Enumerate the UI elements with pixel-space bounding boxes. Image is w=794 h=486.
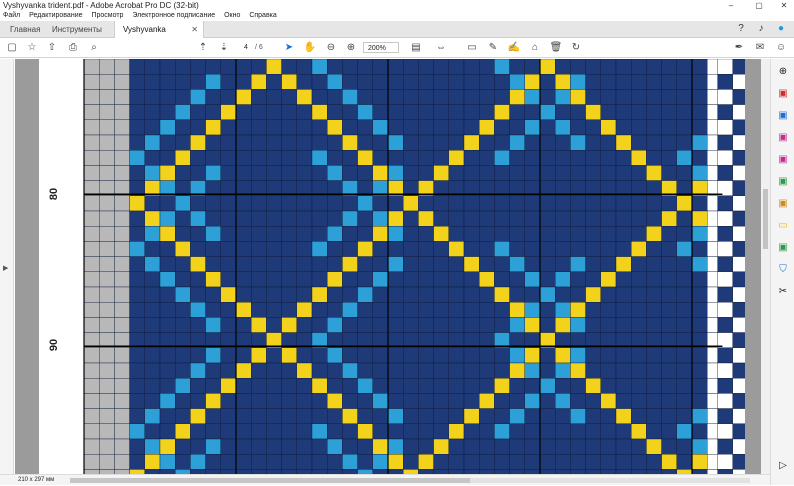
sign-icon[interactable]: ✍ xyxy=(507,41,521,55)
rotate-icon[interactable]: ↻ xyxy=(569,41,583,55)
cross-stitch-chart xyxy=(83,59,745,474)
minimize-icon[interactable]: – xyxy=(722,0,740,11)
hand-icon[interactable]: ✋ xyxy=(303,41,317,55)
page-size: 210 x 297 мм xyxy=(18,477,55,483)
organize-icon[interactable]: ▣ xyxy=(776,175,790,189)
window-title: Vyshyvanka trident.pdf - Adobe Acrobat P… xyxy=(3,1,199,10)
tab-bar: Главная Инструменты Vyshyvanka trident..… xyxy=(0,21,794,51)
tab-document[interactable]: Vyshyvanka trident... ✕ xyxy=(114,21,204,51)
expand-left-pane-icon[interactable]: ▶ xyxy=(3,264,8,272)
menu-view[interactable]: Просмотр xyxy=(91,12,123,19)
status-bar: 210 x 297 мм xyxy=(0,474,770,485)
vertical-scroll-thumb[interactable] xyxy=(763,189,768,249)
menu-bar: Файл Редактирование Просмотр Электронное… xyxy=(0,11,794,21)
horizontal-scrollbar[interactable] xyxy=(70,478,750,483)
help-icon[interactable]: ? xyxy=(734,22,748,36)
upload-icon[interactable]: ⇧ xyxy=(45,41,59,55)
page-total: / 6 xyxy=(255,44,263,51)
export-pdf-icon[interactable]: ▣ xyxy=(776,87,790,101)
pdf-page: 80 90 xyxy=(39,59,745,474)
page-up-icon[interactable]: ⇡ xyxy=(196,41,210,55)
vertical-scrollbar[interactable] xyxy=(761,59,770,474)
page-down-icon[interactable]: ⇣ xyxy=(217,41,231,55)
menu-edit[interactable]: Редактирование xyxy=(29,12,82,19)
menu-window[interactable]: Окно xyxy=(224,12,240,19)
print-icon[interactable]: ⎙ xyxy=(66,41,80,55)
toolbar: ▢ ☆ ⇧ ⎙ ⌕ ⇡ ⇣ 4 / 6 ➤ ✋ ⊖ ⊕ 200% ▤ ⇔ ▭ ✎… xyxy=(0,38,794,58)
close-tab-icon[interactable]: ✕ xyxy=(191,21,198,38)
title-bar: Vyshyvanka trident.pdf - Adobe Acrobat P… xyxy=(0,0,794,11)
tab-home[interactable]: Главная xyxy=(2,21,48,38)
tab-tools-label: Инструменты xyxy=(52,25,102,34)
create-pdf-icon[interactable]: ▣ xyxy=(776,131,790,145)
fit-icon[interactable]: ▤ xyxy=(409,41,423,55)
tab-tools[interactable]: Инструменты xyxy=(44,21,110,38)
select-icon[interactable]: ➤ xyxy=(282,41,296,55)
create-icon[interactable]: ▢ xyxy=(5,41,19,55)
tab-home-label: Главная xyxy=(10,25,41,34)
protect-icon[interactable]: ⛉ xyxy=(776,263,790,277)
menu-file[interactable]: Файл xyxy=(3,12,20,19)
left-navigation-pane[interactable]: ▶ xyxy=(0,59,14,474)
page-number-input[interactable]: 4 xyxy=(240,42,252,53)
scan-icon[interactable]: ▣ xyxy=(776,241,790,255)
combine-icon[interactable]: ▣ xyxy=(776,153,790,167)
menu-help[interactable]: Справка xyxy=(249,12,276,19)
horizontal-scroll-thumb[interactable] xyxy=(70,478,470,483)
zoom-in-icon[interactable]: ⊕ xyxy=(344,41,358,55)
zoom-icon[interactable]: ⊕ xyxy=(776,65,790,79)
highlight-icon[interactable]: ✎ xyxy=(486,41,500,55)
document-area[interactable]: 80 90 xyxy=(15,59,761,474)
fill-sign-icon[interactable]: ✒ xyxy=(732,41,746,55)
search-icon[interactable]: ⌕ xyxy=(87,41,101,55)
fit-page-icon[interactable]: ⇔ xyxy=(434,41,448,55)
user-icon[interactable]: ☺ xyxy=(774,41,788,55)
stamp-icon[interactable]: ⌂ xyxy=(528,41,542,55)
maximize-icon[interactable]: ▢ xyxy=(750,0,768,11)
collapse-right-pane-icon[interactable]: ▷ xyxy=(776,459,790,473)
menu-sign[interactable]: Электронное подписание xyxy=(132,12,215,19)
zoom-select[interactable]: 200% xyxy=(363,42,399,53)
comment-icon[interactable]: ▭ xyxy=(465,41,479,55)
delete-icon[interactable]: 🗑 xyxy=(549,41,563,55)
redact-icon[interactable]: ▣ xyxy=(776,197,790,211)
tools-more-icon[interactable]: ✂ xyxy=(776,285,790,299)
zoom-out-icon[interactable]: ⊖ xyxy=(324,41,338,55)
bell-icon[interactable]: ♪ xyxy=(754,22,768,36)
edit-pdf-icon[interactable]: ▣ xyxy=(776,109,790,123)
comment-pane-icon[interactable]: ▭ xyxy=(776,219,790,233)
account-icon[interactable]: ● xyxy=(774,22,788,36)
right-tools-pane: ⊕ ▣ ▣ ▣ ▣ ▣ ▣ ▭ ▣ ⛉ ✂ ▷ xyxy=(770,59,794,485)
star-icon[interactable]: ☆ xyxy=(25,41,39,55)
close-icon[interactable]: ✕ xyxy=(775,0,793,11)
mail-icon[interactable]: ✉ xyxy=(753,41,767,55)
